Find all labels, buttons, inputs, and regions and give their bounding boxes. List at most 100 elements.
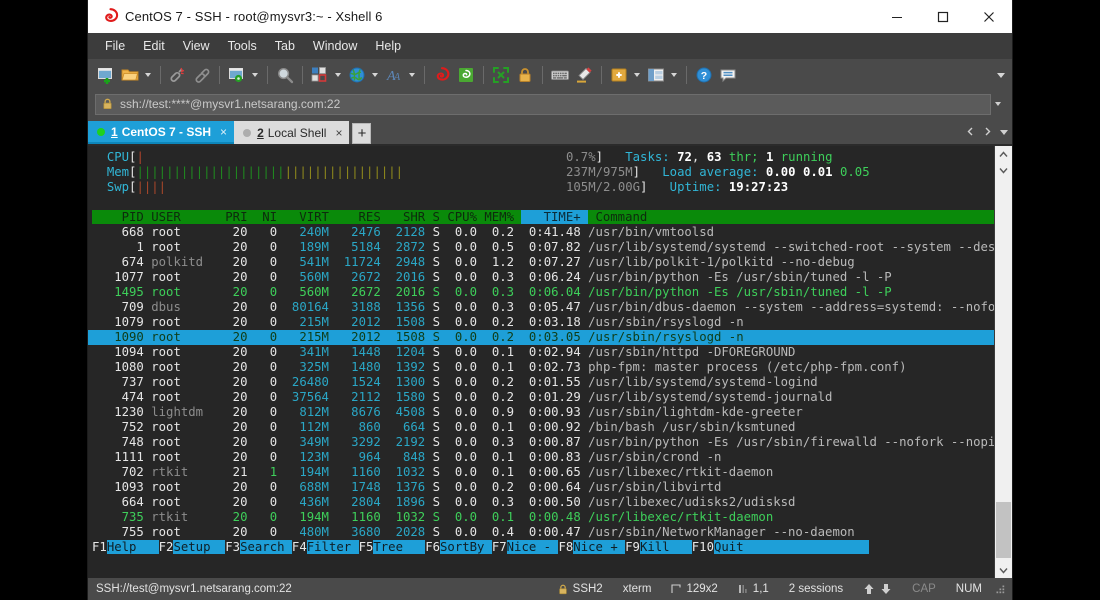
add-panel-dropdown-icon[interactable] xyxy=(631,63,642,87)
split-view-icon[interactable] xyxy=(645,63,667,87)
menu-view[interactable]: View xyxy=(174,36,219,56)
tab-number: 2 xyxy=(257,126,264,140)
tab-local-shell[interactable]: 2 Local Shell × xyxy=(234,121,349,144)
tab-menu-icon[interactable] xyxy=(1000,130,1008,135)
tab-prev-icon[interactable] xyxy=(966,123,975,141)
status-size: 129x2 xyxy=(661,583,727,595)
help-icon[interactable]: ? xyxy=(693,63,715,87)
split-view-dropdown-icon[interactable] xyxy=(668,63,679,87)
tab-label: Local Shell xyxy=(268,126,327,140)
xshell-logo-icon xyxy=(97,8,123,25)
maximize-button[interactable] xyxy=(920,0,966,33)
htop-fkey-num: F10 xyxy=(692,540,714,554)
new-tab-button[interactable]: + xyxy=(352,123,371,144)
session-properties-icon[interactable] xyxy=(226,63,248,87)
address-value: ssh://test:****@mysvr1.netsarang.com:22 xyxy=(120,97,340,111)
status-sessions: 2 sessions xyxy=(779,583,853,595)
xshell-icon[interactable] xyxy=(431,63,453,87)
layout-dropdown-icon[interactable] xyxy=(332,63,343,87)
minimize-button[interactable] xyxy=(874,0,920,33)
resize-icon xyxy=(671,584,681,594)
status-protocol-label: SSH2 xyxy=(573,583,603,595)
menu-help[interactable]: Help xyxy=(366,36,410,56)
open-folder-icon[interactable] xyxy=(119,63,141,87)
htop-process-row: 1077 root 20 0 560M 2672 2016 S 0.0 0.3 … xyxy=(88,270,994,285)
toolbar-separator xyxy=(219,66,220,84)
terminal-screen[interactable]: CPU[| 0.7%] Tasks: 72, 63 thr; 1 running… xyxy=(88,146,994,578)
tab-next-icon[interactable] xyxy=(983,123,992,141)
close-button[interactable] xyxy=(966,0,1012,33)
session-properties-dropdown-icon[interactable] xyxy=(249,63,260,87)
menu-tools[interactable]: Tools xyxy=(219,36,266,56)
tab-close-icon[interactable]: × xyxy=(335,126,342,140)
menu-file[interactable]: File xyxy=(96,36,134,56)
terminal-scrollbar[interactable] xyxy=(994,146,1012,578)
globe-encoding-icon[interactable] xyxy=(346,63,368,87)
toolbar-separator xyxy=(267,66,268,84)
layout-icon[interactable] xyxy=(309,63,331,87)
svg-text:A: A xyxy=(393,72,401,83)
tab-close-icon[interactable]: × xyxy=(220,125,227,139)
keyboard-icon[interactable] xyxy=(549,63,571,87)
htop-blank-line xyxy=(88,195,994,210)
chat-icon[interactable] xyxy=(717,63,739,87)
disconnect-icon[interactable] xyxy=(167,63,189,87)
tab-number: 1 xyxy=(111,125,118,139)
scrollbar-thumb[interactable] xyxy=(996,502,1011,558)
status-terminal-type: xterm xyxy=(613,583,662,595)
scrollbar-track[interactable] xyxy=(995,178,1012,562)
chevron-down-icon[interactable] xyxy=(991,102,1005,106)
htop-process-row: 737 root 20 0 26480 1524 1300 S 0.0 0.2 … xyxy=(88,375,994,390)
scroll-up-icon[interactable] xyxy=(995,146,1012,162)
new-session-icon[interactable] xyxy=(95,63,117,87)
menu-tab[interactable]: Tab xyxy=(266,36,304,56)
address-bar: ssh://test:****@mysvr1.netsarang.com:22 xyxy=(88,91,1012,119)
address-input[interactable]: ssh://test:****@mysvr1.netsarang.com:22 xyxy=(95,94,991,115)
toolbar-overflow-icon[interactable] xyxy=(997,59,1005,91)
htop-process-row: 1230 lightdm 20 0 812M 8676 4508 S 0.0 0… xyxy=(88,405,994,420)
htop-fkey-label: Kill xyxy=(640,540,692,554)
open-folder-dropdown-icon[interactable] xyxy=(142,63,153,87)
htop-process-row: 1093 root 20 0 688M 1748 1376 S 0.0 0.2 … xyxy=(88,480,994,495)
tab-label: CentOS 7 - SSH xyxy=(122,125,211,139)
toolbar-separator xyxy=(542,66,543,84)
font-dropdown-icon[interactable] xyxy=(406,63,417,87)
add-panel-icon[interactable] xyxy=(608,63,630,87)
fullscreen-icon[interactable] xyxy=(490,63,512,87)
lock-icon[interactable] xyxy=(514,63,536,87)
htop-process-row: 1 root 20 0 189M 5184 2872 S 0.0 0.5 0:0… xyxy=(88,240,994,255)
htop-process-row: 474 root 20 0 37564 2112 1580 S 0.0 0.2 … xyxy=(88,390,994,405)
htop-fkey-num: F1 xyxy=(92,540,107,554)
scroll-page-up-icon[interactable] xyxy=(995,162,1012,178)
menu-edit[interactable]: Edit xyxy=(134,36,174,56)
htop-fkey-label: Filter xyxy=(307,540,359,554)
htop-fkey-label: Nice + xyxy=(573,540,625,554)
htop-function-key-bar: F1Help F2Setup F3Search F4Filter F5Tree … xyxy=(88,540,994,555)
cursor-icon xyxy=(738,584,748,594)
htop-fkey-label: Tree xyxy=(373,540,425,554)
font-icon[interactable]: A A xyxy=(383,63,405,87)
highlight-icon[interactable] xyxy=(573,63,595,87)
tab-strip: 1 CentOS 7 - SSH × 2 Local Shell × + xyxy=(88,119,1012,144)
status-cursor: 1,1 xyxy=(728,583,779,595)
tab-centos7-ssh[interactable]: 1 CentOS 7 - SSH × xyxy=(88,121,234,144)
download-arrow-icon xyxy=(880,583,892,595)
scroll-down-icon[interactable] xyxy=(995,562,1012,578)
toolbar-separator xyxy=(160,66,161,84)
terminal-area: CPU[| 0.7%] Tasks: 72, 63 thr; 1 running… xyxy=(88,144,1012,578)
htop-process-row: 752 root 20 0 112M 860 664 S 0.0 0.1 0:0… xyxy=(88,420,994,435)
resize-grip-icon[interactable] xyxy=(994,583,1006,595)
status-protocol: SSH2 xyxy=(548,583,613,595)
htop-fkey-num: F3 xyxy=(225,540,240,554)
htop-fkey-label: Search xyxy=(240,540,292,554)
xshell-window: CentOS 7 - SSH - root@mysvr3:~ - Xshell … xyxy=(88,0,1012,600)
window-title: CentOS 7 - SSH - root@mysvr3:~ - Xshell … xyxy=(125,9,383,24)
globe-encoding-dropdown-icon[interactable] xyxy=(369,63,380,87)
menu-window[interactable]: Window xyxy=(304,36,366,56)
htop-process-row: 1079 root 20 0 215M 2012 1508 S 0.0 0.2 … xyxy=(88,315,994,330)
reconnect-icon[interactable] xyxy=(191,63,213,87)
find-icon[interactable] xyxy=(274,63,296,87)
htop-fkey-num: F6 xyxy=(425,540,440,554)
xftp-icon[interactable] xyxy=(455,63,477,87)
menu-bar: File Edit View Tools Tab Window Help xyxy=(88,33,1012,59)
